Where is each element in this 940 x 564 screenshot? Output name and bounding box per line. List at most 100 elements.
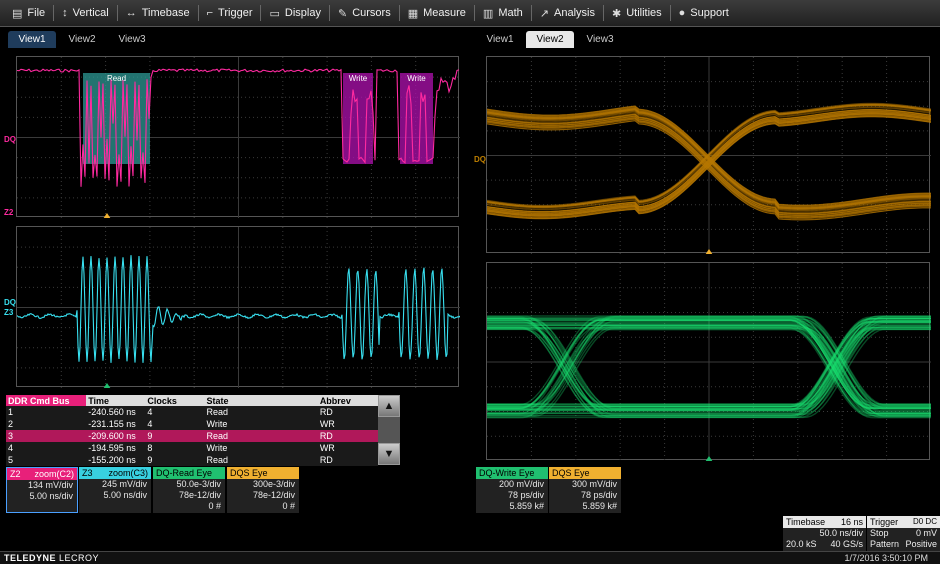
badge-value: 300 mV/div bbox=[571, 479, 617, 489]
trigger-marker-icon bbox=[705, 249, 713, 254]
menu-analysis[interactable]: ↗ Analysis bbox=[532, 0, 603, 27]
table-row[interactable]: 2 -231.155 ns 4 Write WR bbox=[6, 418, 378, 430]
z2-dq-marker: DQ bbox=[4, 135, 16, 144]
column-header[interactable]: Time bbox=[86, 395, 146, 406]
trigger-mode: Stop bbox=[870, 528, 889, 538]
menu-label: Vertical bbox=[72, 7, 109, 19]
menu-math[interactable]: ▥ Math bbox=[475, 0, 531, 27]
table-cell: Write bbox=[204, 442, 318, 454]
menu-vertical[interactable]: ↕ Vertical bbox=[54, 0, 117, 27]
column-header[interactable]: DDR Cmd Bus bbox=[6, 395, 87, 406]
menu-label: Analysis bbox=[554, 7, 595, 19]
table-cell: -209.600 ns bbox=[86, 430, 146, 442]
menu-file[interactable]: ▤ File bbox=[4, 0, 53, 27]
badge-title: DQS Eye bbox=[230, 468, 268, 478]
trigger-marker-icon bbox=[103, 213, 111, 218]
menu-label: Math bbox=[498, 7, 523, 19]
badge-value: 300e-3/div bbox=[252, 479, 295, 489]
footer-bar: TELEDYNE LECROY 1/7/2016 3:50:10 PM bbox=[0, 551, 940, 564]
z2-waveform-panel[interactable]: Read Write Write bbox=[16, 56, 460, 218]
trace-badge[interactable]: DQS Eye 300e-3/div 78e-12/div 0 # bbox=[227, 467, 299, 513]
timebase-descriptor[interactable]: Timebase 16 ns 50.0 ns/div 20.0 kS 40 GS/s bbox=[783, 516, 866, 551]
trace-badge[interactable]: DQS Eye 300 mV/div 78 ps/div 5.859 k# bbox=[549, 467, 621, 513]
brand-b: LECROY bbox=[56, 553, 100, 563]
menu-bar: ▤ File ↕ Vertical ↔ Timebase ⌐ Trigger ▭ Display ✎… bbox=[0, 0, 940, 27]
trace-badge[interactable]: DQ-Write Eye 200 mV/div 78 ps/div 5.859 k# bbox=[476, 467, 548, 513]
trace-badge[interactable]: DQ-Read Eye 50.0e-3/div 78e-12/div 0 # bbox=[153, 467, 225, 513]
badge-value: 78e-12/div bbox=[252, 490, 295, 500]
scroll-track[interactable] bbox=[378, 417, 400, 443]
table-cell: 4 bbox=[6, 442, 87, 454]
badge-value: 134 mV/div bbox=[27, 480, 73, 490]
menu-label: Cursors bbox=[352, 7, 391, 19]
tab-view2[interactable]: View2 bbox=[58, 31, 106, 48]
column-header[interactable]: Abbrev bbox=[317, 395, 378, 406]
display-icon: ▭ bbox=[269, 7, 280, 20]
table-cell: 4 bbox=[145, 418, 205, 430]
menu-label: Timebase bbox=[141, 7, 190, 19]
badge-value: 200 mV/div bbox=[498, 479, 544, 489]
scroll-up-button[interactable]: ▲ bbox=[378, 395, 400, 417]
tab-view2[interactable]: View2 bbox=[526, 31, 574, 48]
tab-view1[interactable]: View1 bbox=[8, 31, 56, 48]
trace-badge[interactable]: Z3 zoom(C3) 245 mV/div 5.00 ns/div bbox=[79, 467, 151, 513]
badge-value: 5.00 ns/div bbox=[103, 490, 147, 500]
dq-write-eye-panel[interactable] bbox=[486, 262, 931, 461]
z2-trace-marker: Z2 bbox=[4, 208, 14, 217]
ddr-cmd-bus-table[interactable]: DDR Cmd Bus Time Clocks State Abbrev 1 -240.56… bbox=[6, 395, 378, 466]
column-header[interactable]: Clocks bbox=[145, 395, 205, 406]
menu-trigger[interactable]: ⌐ Trigger bbox=[199, 0, 261, 27]
timebase-samples: 20.0 kS bbox=[786, 539, 817, 549]
table-cell: -155.200 ns bbox=[86, 454, 146, 466]
vertical-icon: ↕ bbox=[62, 7, 68, 19]
menu-label: Support bbox=[690, 7, 729, 19]
menu-label: Trigger bbox=[218, 7, 253, 19]
badge-value: 78 ps/div bbox=[507, 490, 544, 500]
table-cell: 8 bbox=[145, 442, 205, 454]
trace-badge[interactable]: Z2 zoom(C2) 134 mV/div 5.00 ns/div bbox=[6, 467, 78, 513]
menu-support[interactable]: ● Support bbox=[671, 0, 737, 27]
analysis-icon: ↗ bbox=[539, 7, 549, 20]
tab-view3[interactable]: View3 bbox=[108, 31, 156, 48]
tab-view1[interactable]: View1 bbox=[476, 31, 524, 48]
table-cell: WR bbox=[317, 442, 378, 454]
table-cell: 2 bbox=[6, 418, 87, 430]
badge-value: 78 ps/div bbox=[580, 490, 617, 500]
table-row[interactable]: 3 -209.600 ns 9 Read RD bbox=[6, 430, 378, 442]
menu-label: Display bbox=[284, 7, 321, 19]
table-cell: 9 bbox=[145, 454, 205, 466]
badge-title: DQ-Write Eye bbox=[479, 468, 535, 478]
tab-view3[interactable]: View3 bbox=[576, 31, 624, 48]
date-time: 1/7/2016 3:50:10 PM bbox=[844, 553, 928, 563]
menu-utilities[interactable]: ✱ Utilities bbox=[604, 0, 670, 27]
menu-display[interactable]: ▭ Display bbox=[261, 0, 328, 27]
table-scrollbar[interactable]: ▲ ▼ bbox=[378, 395, 400, 467]
measure-icon: ▦ bbox=[407, 7, 419, 20]
dqs-eye-dq-marker: DQ bbox=[474, 155, 486, 164]
table-row[interactable]: 1 -240.560 ns 4 Read RD bbox=[6, 406, 378, 418]
menu-timebase[interactable]: ↔ Timebase bbox=[118, 0, 198, 27]
region-label: Write bbox=[407, 74, 426, 83]
z3-dq-marker: DQ bbox=[4, 298, 16, 307]
badge-value: 5.859 k# bbox=[509, 501, 544, 511]
dqs-eye-panel[interactable] bbox=[486, 56, 931, 254]
table-row[interactable]: 4 -194.595 ns 8 Write WR bbox=[6, 442, 378, 454]
badge-source: zoom(C3) bbox=[108, 468, 148, 478]
file-icon: ▤ bbox=[12, 7, 23, 20]
column-header[interactable]: State bbox=[204, 395, 318, 406]
table-row[interactable]: 5 -155.200 ns 9 Read RD bbox=[6, 454, 378, 466]
trigger-descriptor[interactable]: Trigger D0 DC Stop 0 mV Pattern Positive bbox=[867, 516, 940, 551]
badge-value: 5.859 k# bbox=[582, 501, 617, 511]
trigger-level: 0 mV bbox=[915, 528, 937, 538]
badge-value: 245 mV/div bbox=[101, 479, 147, 489]
scroll-down-button[interactable]: ▼ bbox=[378, 443, 400, 465]
cursors-icon: ✎ bbox=[337, 7, 348, 20]
menu-cursors[interactable]: ✎ Cursors bbox=[330, 0, 399, 27]
z3-waveform-panel[interactable] bbox=[16, 226, 460, 388]
badge-value: 5.00 ns/div bbox=[29, 491, 73, 501]
menu-measure[interactable]: ▦ Measure bbox=[400, 0, 474, 27]
badge-value: 78e-12/div bbox=[178, 490, 221, 500]
trigger-label: Trigger bbox=[870, 517, 899, 527]
menu-label: Utilities bbox=[626, 7, 662, 19]
table-cell: Read bbox=[204, 406, 318, 418]
